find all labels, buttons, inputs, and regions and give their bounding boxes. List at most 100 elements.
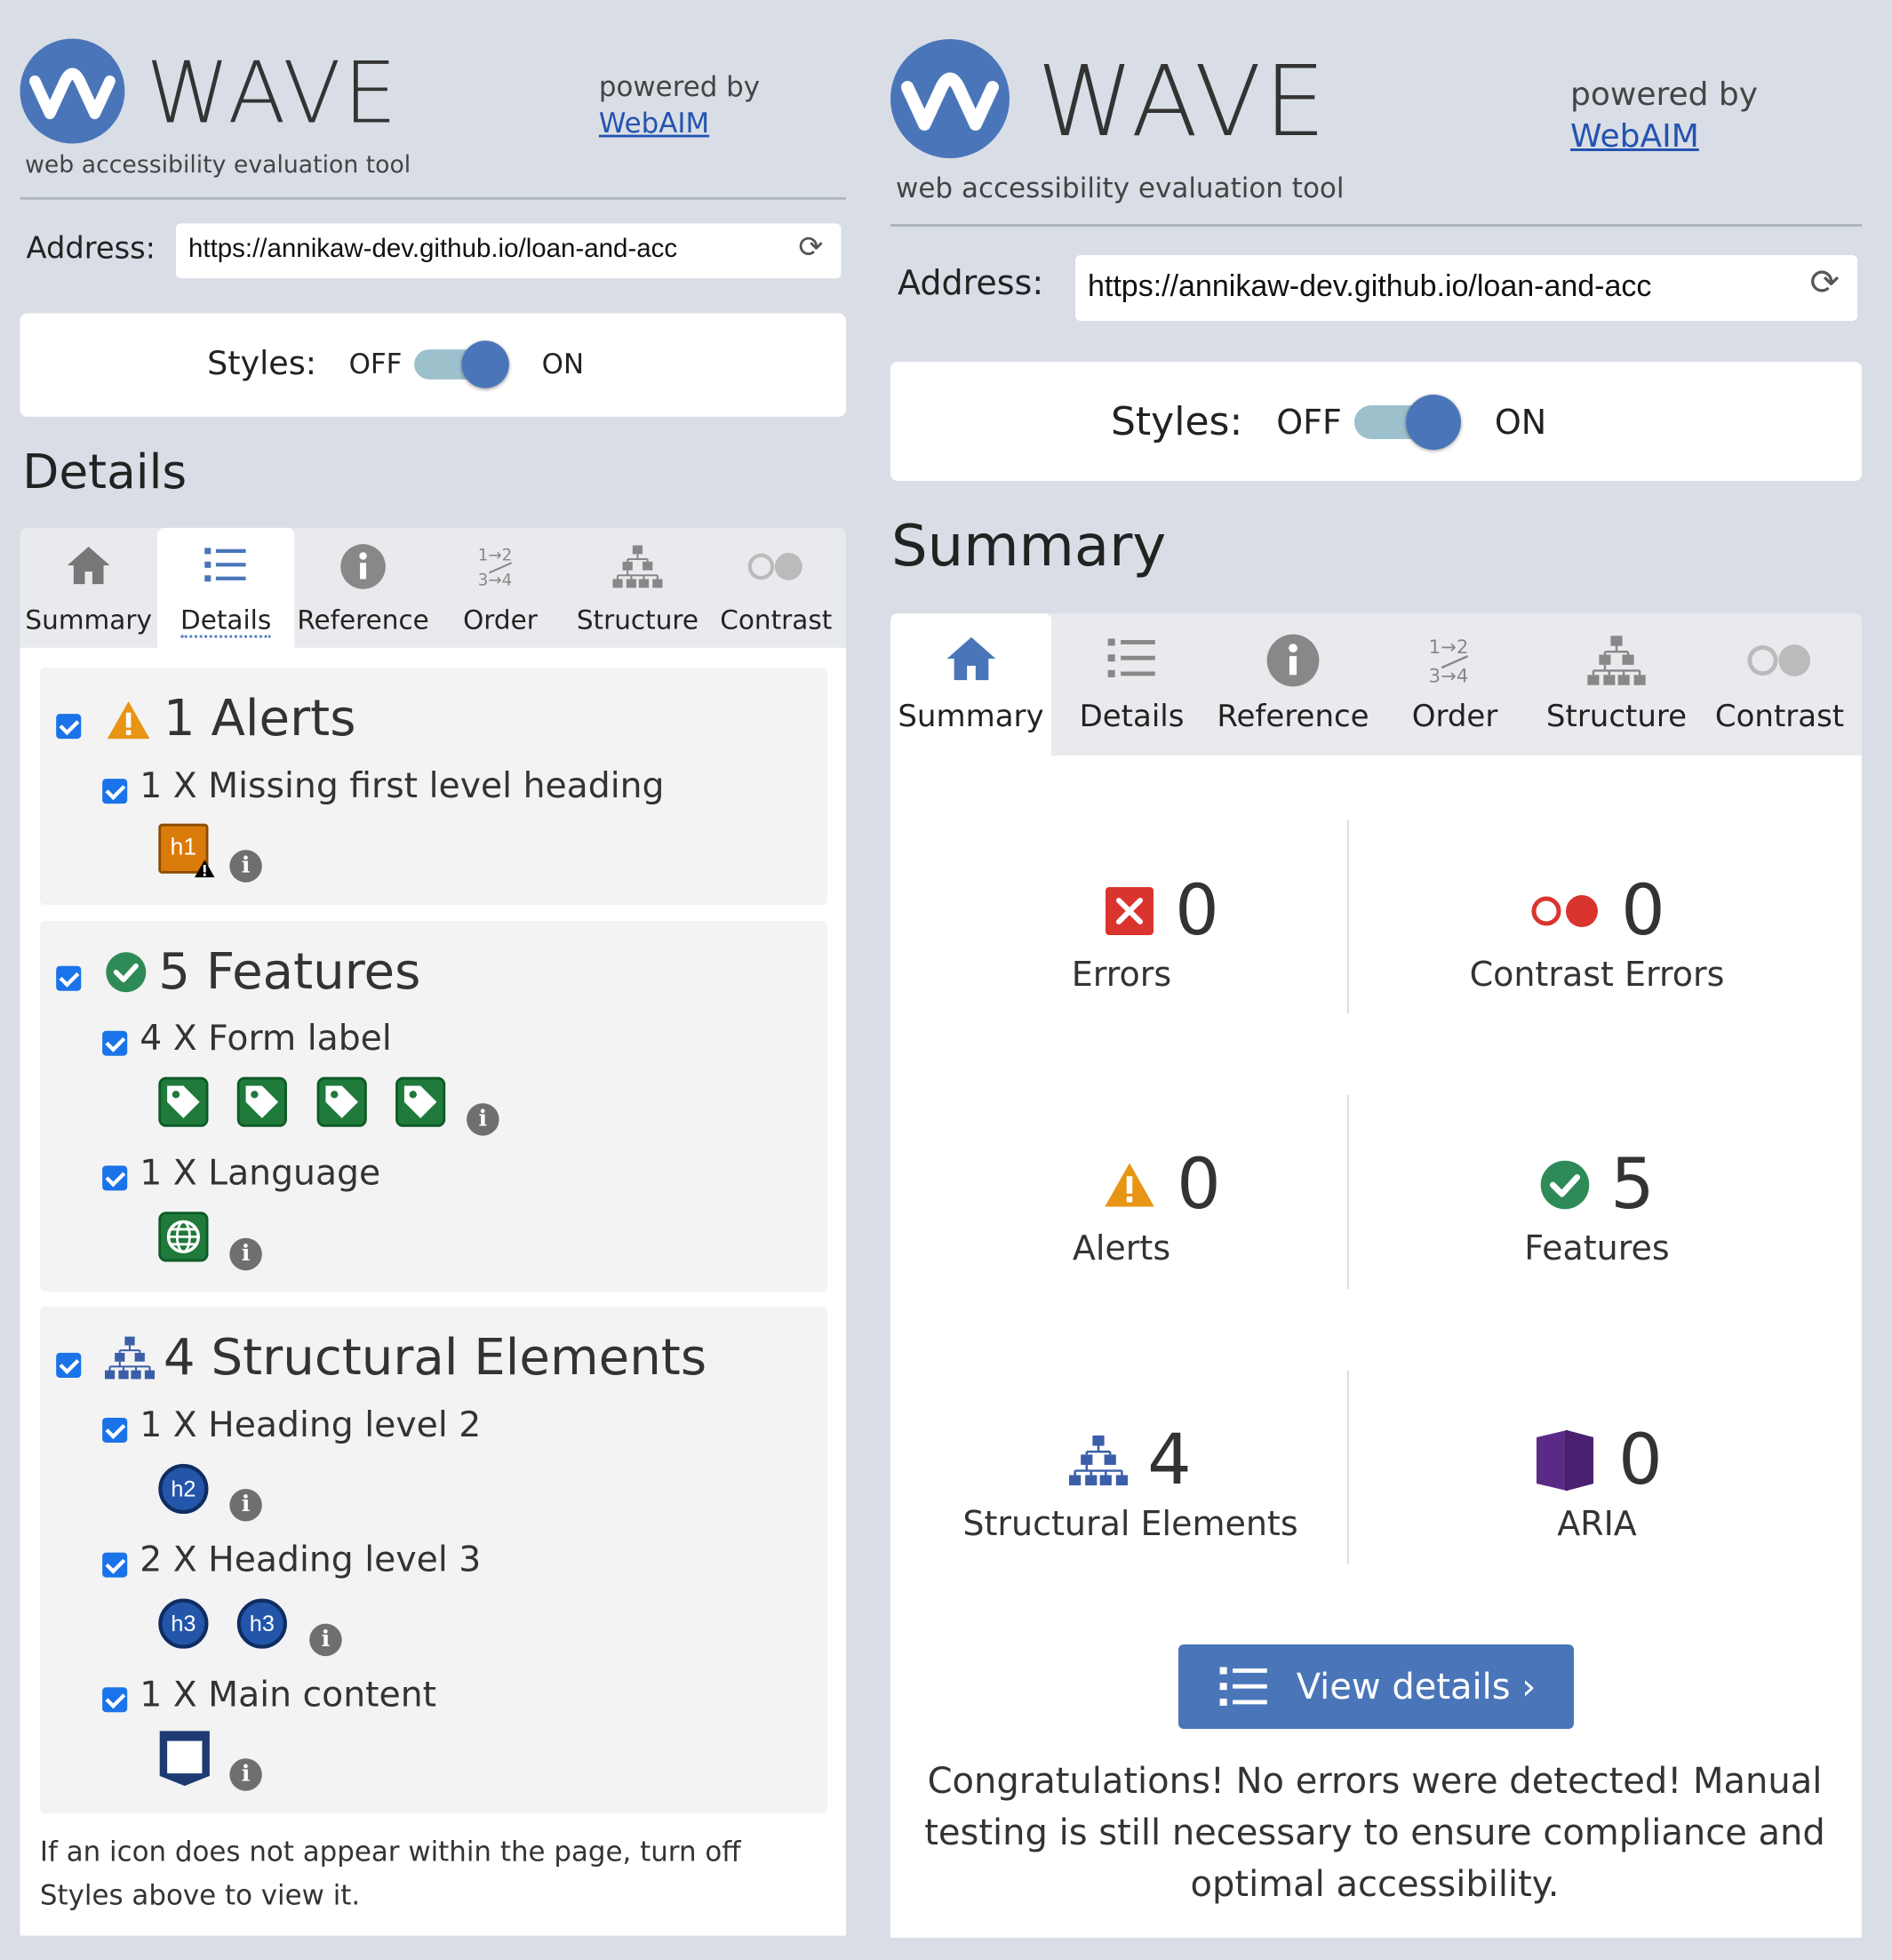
heading3-info-icon[interactable]: i — [309, 1623, 342, 1657]
info-icon — [1266, 634, 1320, 687]
list-icon — [1219, 1666, 1267, 1706]
alerts-summary: 0 Alerts — [1024, 1145, 1299, 1268]
structural-checkbox[interactable] — [56, 1352, 82, 1379]
form-label-tag-icon[interactable] — [236, 1076, 287, 1127]
h3-icon[interactable]: h3 — [158, 1598, 209, 1649]
styles-on-label: ON — [541, 348, 585, 380]
form-label-checkbox[interactable] — [102, 1030, 128, 1056]
powered-by: powered by WebAIM — [1570, 75, 1758, 158]
divider — [1347, 1095, 1349, 1289]
tab-details[interactable]: Details — [156, 527, 295, 648]
missing-h1-text: 1 X Missing first level heading — [140, 764, 665, 806]
tab-order[interactable]: 1→2 3→4 Order — [432, 528, 569, 648]
tab-details[interactable]: Details — [1051, 613, 1212, 756]
summary-content: 0 Errors 0 Contrast Errors 0 Alerts 5 Fe… — [890, 756, 1862, 1938]
details-content: 1 Alerts 1 X Missing first level heading… — [20, 647, 846, 1936]
styles-on-label: ON — [1494, 402, 1547, 442]
heading3-checkbox[interactable] — [102, 1552, 128, 1578]
styles-toggle[interactable] — [414, 340, 510, 388]
main-content-checkbox[interactable] — [102, 1687, 128, 1713]
tab-order[interactable]: 1→2 3→4 Order — [1374, 613, 1536, 756]
language-checkbox[interactable] — [102, 1165, 128, 1191]
tab-summary[interactable]: Summary — [890, 613, 1051, 756]
view-details-button[interactable]: View details › — [1178, 1644, 1574, 1729]
reload-icon[interactable]: ⟳ — [798, 229, 823, 266]
toggle-knob — [1405, 394, 1461, 450]
h1-alert-icon[interactable]: h1 — [158, 823, 215, 878]
form-label-info-icon[interactable]: i — [467, 1103, 499, 1136]
order-icon: 1→2 3→4 — [478, 546, 513, 589]
structure-icon — [1069, 1435, 1129, 1486]
features-label: Features — [1524, 1228, 1670, 1268]
home-icon — [67, 546, 110, 585]
feature-check-icon — [106, 952, 147, 993]
language-globe-icon[interactable] — [158, 1212, 209, 1262]
tab-summary[interactable]: Summary — [20, 528, 156, 648]
tab-structure[interactable]: Structure — [569, 528, 706, 648]
address-label: Address: — [898, 263, 1044, 302]
contrast-icon — [747, 552, 802, 580]
missing-h1-info-icon[interactable]: i — [229, 850, 262, 883]
tab-reference[interactable]: Reference — [1212, 613, 1374, 756]
tab-structure[interactable]: Structure — [1536, 613, 1697, 756]
language-text: 1 X Language — [140, 1151, 381, 1194]
h3-icon[interactable]: h3 — [236, 1598, 287, 1649]
svg-text:3→4: 3→4 — [478, 571, 513, 589]
aria-count: 0 — [1618, 1420, 1663, 1500]
webaim-link[interactable]: WebAIM — [1570, 118, 1699, 155]
main-content-info-icon[interactable]: i — [229, 1758, 262, 1791]
tab-contrast[interactable]: Contrast — [1697, 613, 1862, 756]
styles-label: Styles: — [207, 345, 317, 384]
wave-logo-icon — [28, 68, 116, 120]
reload-icon[interactable]: ⟳ — [1809, 262, 1840, 303]
address-input[interactable]: https://annikaw-dev.github.io/loan-and-a… — [1075, 255, 1857, 321]
alerts-checkbox[interactable] — [56, 714, 82, 740]
powered-by-text: powered by — [1570, 76, 1759, 113]
styles-off-label: OFF — [348, 348, 403, 380]
alert-icon — [1105, 1163, 1154, 1207]
form-label-tag-icon[interactable] — [316, 1076, 367, 1127]
logo-subtitle: web accessibility evaluation tool — [896, 172, 1345, 204]
logo-word: WAVE — [146, 44, 400, 144]
styles-off-label: OFF — [1276, 402, 1342, 442]
logo-circle — [890, 39, 1010, 158]
divider — [1347, 820, 1349, 1013]
main-content-text: 1 X Main content — [140, 1673, 437, 1716]
language-info-icon[interactable]: i — [229, 1237, 262, 1271]
heading2-info-icon[interactable]: i — [229, 1488, 262, 1522]
address-value: https://annikaw-dev.github.io/loan-and-a… — [188, 234, 678, 264]
features-summary: 5 Features — [1433, 1145, 1761, 1268]
order-icon: 1→2 3→4 — [1429, 636, 1469, 688]
structural-title: 4 Structural Elements — [163, 1329, 707, 1387]
alerts-count: 0 — [1177, 1145, 1221, 1225]
aria-cube-icon — [1537, 1430, 1594, 1491]
structure-icon — [1587, 636, 1646, 685]
address-input[interactable]: https://annikaw-dev.github.io/loan-and-a… — [175, 223, 842, 279]
webaim-link[interactable]: WebAIM — [599, 108, 709, 140]
form-label-tag-icon[interactable] — [158, 1076, 209, 1127]
contrast-errors-label: Contrast Errors — [1469, 955, 1725, 994]
h2-icon[interactable]: h2 — [158, 1463, 209, 1515]
features-checkbox[interactable] — [56, 965, 82, 991]
svg-text:3→4: 3→4 — [1429, 665, 1469, 687]
tab-contrast[interactable]: Contrast — [707, 528, 846, 648]
styles-toggle-box: Styles: OFF ON — [890, 362, 1862, 481]
error-x-icon — [1106, 887, 1154, 935]
main-content-icon[interactable] — [157, 1729, 212, 1788]
missing-h1-checkbox[interactable] — [102, 779, 128, 804]
errors-label: Errors — [1071, 955, 1172, 994]
list-icon — [204, 548, 246, 582]
divider — [1347, 1371, 1349, 1564]
styles-toggle[interactable] — [1353, 394, 1461, 450]
tab-reference[interactable]: Reference — [294, 528, 431, 648]
form-label-tag-icon[interactable] — [395, 1076, 446, 1127]
powered-by: powered by WebAIM — [599, 71, 760, 142]
heading2-checkbox[interactable] — [102, 1417, 128, 1444]
divider — [890, 224, 1862, 227]
styles-toggle-box: Styles: OFF ON — [20, 313, 846, 417]
styles-note: If an icon does not appear within the pa… — [39, 1836, 741, 1913]
structural-count: 4 — [1147, 1420, 1192, 1500]
powered-by-text: powered by — [598, 72, 761, 104]
divider — [20, 196, 846, 200]
contrast-errors-count: 0 — [1621, 871, 1665, 951]
